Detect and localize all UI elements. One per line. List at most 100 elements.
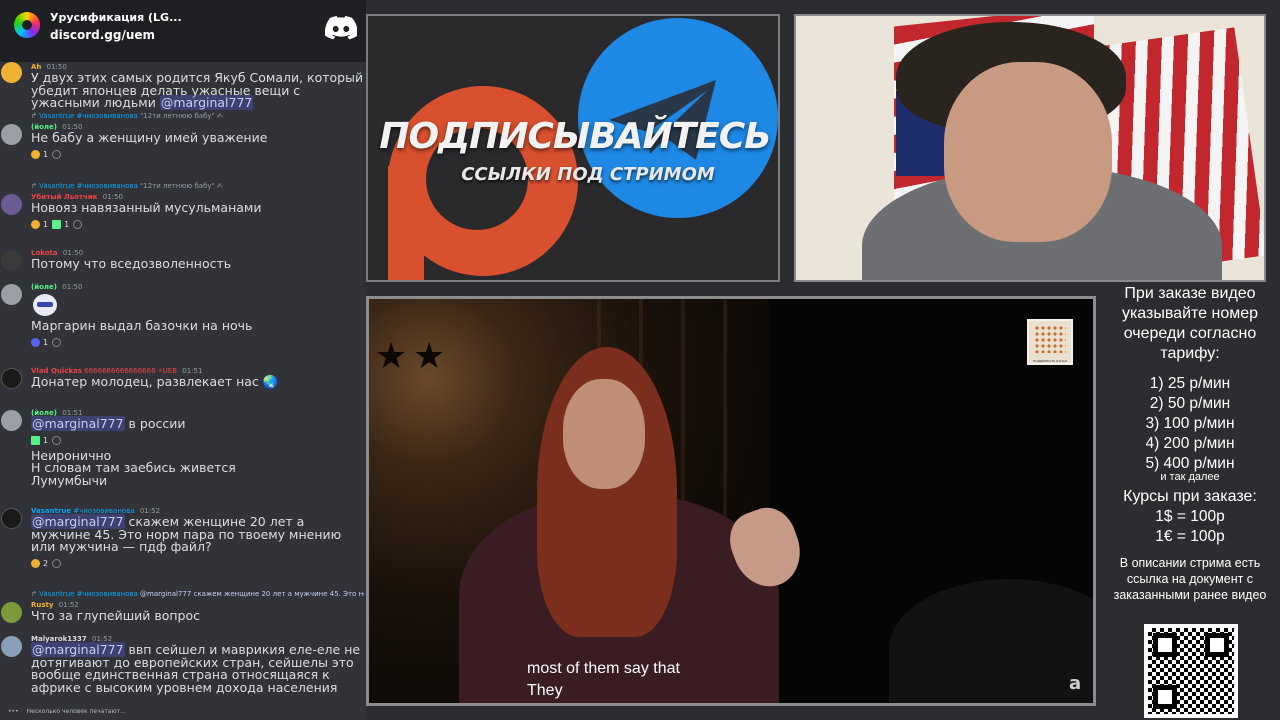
- message-time: 01:50: [62, 283, 83, 291]
- discord-logo-icon: [325, 16, 357, 40]
- tariff-item: 1) 25 р/мин: [1149, 375, 1231, 392]
- tariff-item: 3) 100 р/мин: [1145, 415, 1235, 432]
- emoji-icon: [52, 220, 62, 229]
- reply-author: Vasantrue: [39, 182, 75, 190]
- add-reaction-icon[interactable]: [73, 220, 83, 229]
- webcam-feed: [794, 14, 1266, 282]
- reactions: 1: [31, 148, 364, 162]
- message-text: Не бабу а женщину имей уважение: [31, 130, 268, 145]
- qr-pattern: [1148, 628, 1234, 714]
- tariff-item: 2) 50 р/мин: [1149, 395, 1231, 412]
- qr-label: ПОДДЕРЖАТЬ КАНАЛ: [1033, 359, 1067, 363]
- reply-author: Vasantrue: [39, 112, 75, 120]
- reply-author: Vasantrue: [39, 590, 75, 598]
- reply-preview[interactable]: ↱ Vasantrue #чиозовиванова @marginal777 …: [31, 588, 364, 600]
- streamer-face: [944, 62, 1112, 242]
- qr-pattern: [1034, 325, 1066, 353]
- chat-message: (йоле) 01:50 Маргарин выдал базочки на н…: [0, 282, 366, 366]
- avatar: [1, 250, 22, 271]
- main-video-player[interactable]: ★ ★ ПОДДЕРЖАТЬ КАНАЛ most of them say th…: [366, 296, 1096, 706]
- emoji-icon: [31, 559, 40, 568]
- reaction[interactable]: 1: [31, 338, 48, 347]
- sticker-emoji-icon: [33, 294, 57, 316]
- reply-text: @marginal777 скажем женщине 20 лет а муж…: [140, 590, 364, 598]
- avatar: [1, 508, 22, 529]
- avatar: [1, 410, 22, 431]
- message-list: Ah 01:50 У двух этих самых родится Якуб …: [0, 62, 366, 706]
- message-text: Маргарин выдал базочки на ночь: [31, 318, 253, 333]
- message-text: Новояз навязанный мусульманами: [31, 200, 262, 215]
- server-icon: [14, 12, 40, 38]
- chat-message: Vasantrue #чиозовиванова 01:52 @marginal…: [0, 506, 366, 588]
- avatar: [1, 284, 22, 305]
- reaction-count: 1: [43, 436, 49, 445]
- chat-message: Vlad Quickas 6666666666666666 ⚡UEB 01:51…: [0, 366, 366, 408]
- order-info-panel: При заказе видео указывайте номер очеред…: [1100, 284, 1280, 720]
- avatar: [1, 602, 22, 623]
- donate-qr-code: ПОДДЕРЖАТЬ КАНАЛ: [1027, 319, 1073, 365]
- reply-text: "12ти летнюю бабу" ✍: [140, 182, 223, 190]
- message-meta: (йоле) 01:50: [31, 282, 364, 292]
- reply-channel: #чиозовиванова: [76, 590, 138, 598]
- order-instructions: При заказе видео указывайте номер очеред…: [1121, 285, 1259, 362]
- emoji-icon: [31, 150, 40, 159]
- tariff-item: 4) 200 р/мин: [1145, 435, 1235, 452]
- message-text-extra: Неиронично Н словам там заебись живется …: [31, 447, 236, 488]
- tariff-list: 1) 25 р/мин 2) 50 р/мин 3) 100 р/мин 4) …: [1100, 374, 1280, 474]
- video-person-face: [563, 379, 645, 489]
- reactions: 1: [31, 434, 364, 448]
- add-reaction-icon[interactable]: [52, 338, 62, 347]
- stream-description-note: В описании стрима есть ссылка на докумен…: [1113, 556, 1267, 602]
- subscribe-promo-panel: ПОДПИСЫВАЙТЕСЬ ССЫЛКИ ПОД СТРИМОМ: [366, 14, 780, 282]
- add-reaction-icon[interactable]: [52, 559, 62, 568]
- avatar: [1, 368, 22, 389]
- message-text-part: в россии: [124, 416, 186, 431]
- rates-list: 1$ = 100р 1€ = 100р: [1100, 507, 1280, 547]
- reaction[interactable]: 2: [31, 559, 48, 568]
- reply-preview[interactable]: ↱ Vasantrue #чиозовиванова "12ти летнюю …: [31, 180, 364, 192]
- reply-channel: #чиозовиванова: [76, 182, 138, 190]
- reaction-count: 1: [43, 150, 49, 159]
- chat-message: ↱ Vasantrue #чиозовиванова "12ти летнюю …: [0, 180, 366, 248]
- message-text: @marginal777 скажем женщине 20 лет а муж…: [31, 514, 364, 554]
- promo-subtitle: ССЫЛКИ ПОД СТРИМОМ: [461, 164, 715, 185]
- chat-message: Malyarok1337 01:52 @marginal777 ввп сейш…: [0, 634, 366, 698]
- typing-dots-icon: •••: [8, 708, 19, 715]
- reaction[interactable]: 1: [31, 220, 48, 229]
- reaction-count: 1: [43, 220, 49, 229]
- add-reaction-icon[interactable]: [52, 150, 62, 159]
- reactions: 1 1: [31, 218, 364, 232]
- rate-item: 1€ = 100р: [1155, 528, 1225, 545]
- message-text: У двух этих самых родится Якуб Сомали, к…: [31, 71, 364, 110]
- order-qr-code: [1144, 624, 1238, 718]
- avatar: [1, 636, 22, 657]
- message-text: Что за глупейший вопрос: [31, 608, 200, 623]
- reaction[interactable]: 1: [31, 150, 48, 159]
- message-text: @marginal777 в россии: [31, 416, 364, 431]
- user-mention[interactable]: @marginal777: [159, 95, 254, 110]
- reaction[interactable]: 1: [52, 220, 69, 229]
- emoji-icon: [31, 338, 40, 347]
- reaction[interactable]: 1: [31, 436, 48, 445]
- server-name: Урусификация (LG...: [50, 11, 182, 24]
- message-text: Донатер молодец, развлекает нас 🌏: [31, 374, 279, 389]
- reply-text: "12ти летнюю бабу" ✍: [140, 112, 223, 120]
- video-foreground-shadow: [889, 579, 1093, 703]
- typing-text: Несколько человек печатают...: [26, 708, 126, 715]
- reaction-count: 1: [64, 220, 70, 229]
- patreon-logo-stem: [388, 166, 424, 280]
- rate-item: 1$ = 100р: [1155, 508, 1225, 525]
- reaction-count: 2: [43, 559, 49, 568]
- promo-title: ПОДПИСЫВАЙТЕСЬ: [379, 116, 771, 157]
- chat-message: ↱ Vasantrue #чиозовиванова @marginal777 …: [0, 588, 366, 634]
- add-reaction-icon[interactable]: [52, 436, 62, 445]
- chat-message: ↱ Vasantrue #чиозовиванова "12ти летнюю …: [0, 110, 366, 180]
- server-invite-link[interactable]: discord.gg/uem: [50, 28, 155, 42]
- message-author[interactable]: (йоле): [31, 283, 57, 291]
- reply-preview[interactable]: ↱ Vasantrue #чиозовиванова "12ти летнюю …: [31, 110, 364, 122]
- avatar: [1, 124, 22, 145]
- emoji-icon: [31, 436, 40, 445]
- reply-channel: #чиозовиванова: [76, 112, 138, 120]
- user-mention[interactable]: @marginal777: [31, 416, 125, 431]
- discord-chat-overlay: Урусификация (LG... discord.gg/uem Ah 01…: [0, 0, 366, 720]
